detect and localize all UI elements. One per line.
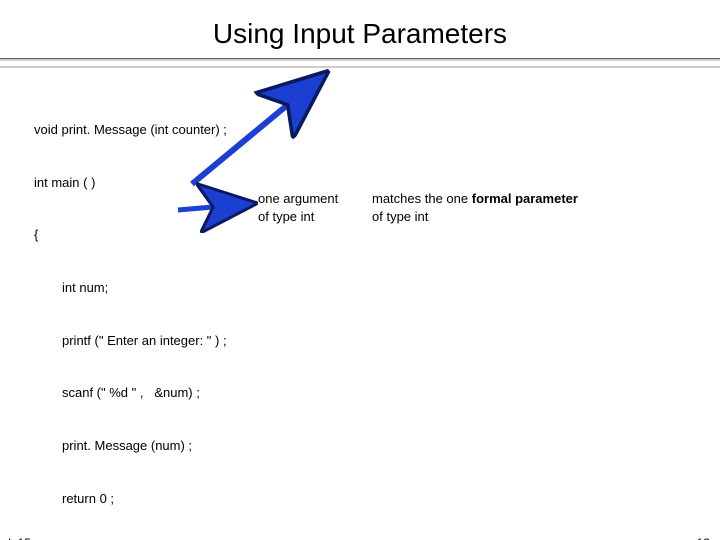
- footer-page-number: 13: [697, 536, 710, 540]
- title-rule-shadow: [0, 66, 720, 68]
- footer-left: L 15: [8, 536, 31, 540]
- code-line: print. Message (num) ;: [34, 437, 720, 455]
- slide-content: void print. Message (int counter) ; int …: [0, 86, 720, 540]
- arrow-to-call-icon: [0, 86, 400, 286]
- slide-title: Using Input Parameters: [0, 18, 720, 50]
- code-line: scanf (" %d " , &num) ;: [34, 384, 720, 402]
- code-line: return 0 ;: [34, 490, 720, 508]
- code-line: printf (" Enter an integer: " ) ;: [34, 332, 720, 350]
- title-rule: [0, 58, 720, 62]
